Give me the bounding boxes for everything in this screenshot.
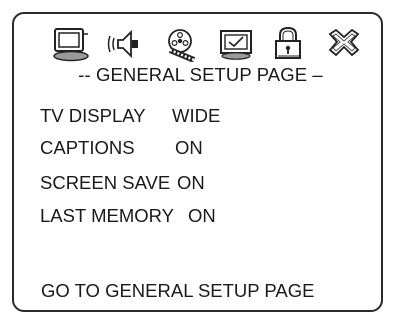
lock-icon[interactable]: [268, 26, 312, 62]
tv-display-label[interactable]: TV DISPLAY: [40, 105, 146, 127]
captions-label[interactable]: CAPTIONS: [40, 137, 135, 159]
preference-icon[interactable]: [215, 26, 259, 62]
last-memory-label[interactable]: LAST MEMORY: [40, 205, 174, 227]
speaker-icon[interactable]: [104, 26, 148, 62]
tv-display-value[interactable]: WIDE: [172, 105, 220, 127]
video-reel-icon[interactable]: [160, 26, 204, 62]
footer-hint: GO TO GENERAL SETUP PAGE: [41, 280, 315, 301]
captions-value[interactable]: ON: [175, 137, 203, 159]
last-memory-value[interactable]: ON: [188, 205, 216, 227]
exit-icon[interactable]: [324, 26, 368, 62]
screen-save-value[interactable]: ON: [177, 172, 205, 194]
tv-icon[interactable]: [50, 26, 94, 62]
screen-save-label[interactable]: SCREEN SAVE: [40, 172, 170, 194]
page-title: -- GENERAL SETUP PAGE –: [78, 64, 323, 85]
